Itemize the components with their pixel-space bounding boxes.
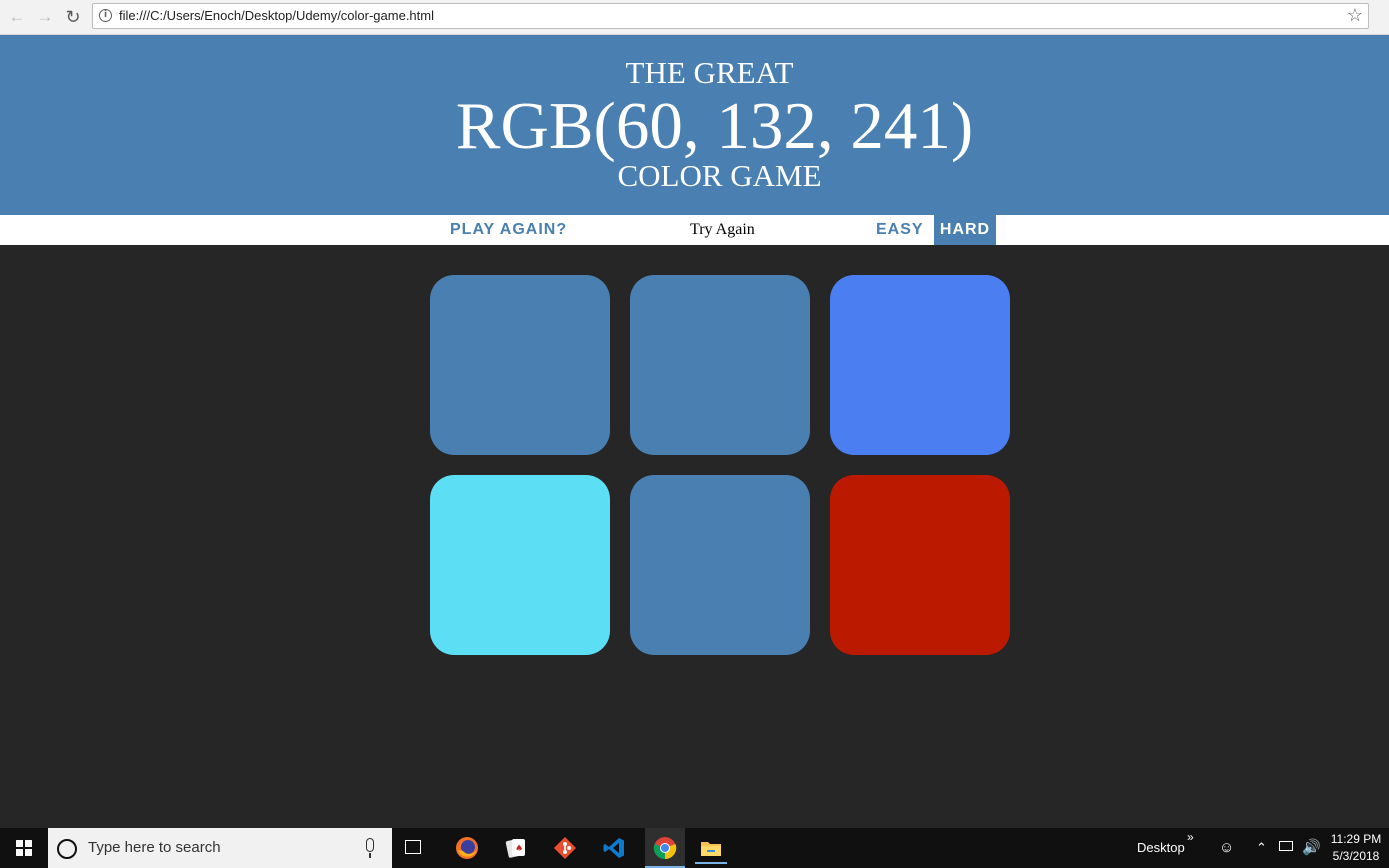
back-arrow-icon[interactable]: ← — [6, 6, 28, 28]
firefox-icon[interactable] — [451, 832, 483, 864]
windows-start-icon[interactable] — [0, 828, 48, 868]
color-square[interactable] — [430, 475, 610, 655]
network-icon[interactable] — [1279, 841, 1293, 851]
easy-mode-button[interactable]: EASY — [876, 215, 924, 245]
info-icon[interactable]: i — [99, 9, 112, 22]
rgb-display: RGB(60, 132, 241) — [455, 89, 974, 163]
git-icon[interactable] — [549, 832, 581, 864]
browser-toolbar: ← → ↻ i file:///C:/Users/Enoch/Desktop/U… — [0, 0, 1389, 35]
cortana-icon[interactable] — [57, 839, 77, 859]
desktop-toolbar-label[interactable]: Desktop — [1137, 840, 1185, 855]
taskbar: Type here to search ♠ Desktop » ☺ ⌃ 🔊 11… — [0, 828, 1389, 868]
chevron-up-icon[interactable]: ⌃ — [1256, 840, 1267, 856]
taskbar-search[interactable]: Type here to search — [48, 828, 392, 868]
svg-text:♠: ♠ — [515, 844, 523, 854]
color-square[interactable] — [830, 475, 1010, 655]
reload-icon[interactable]: ↻ — [62, 6, 84, 28]
clock[interactable]: 11:29 PM 5/3/2018 — [1328, 831, 1384, 865]
game-header: THE GREAT RGB(60, 132, 241) COLOR GAME — [0, 35, 1389, 215]
task-view-icon[interactable] — [405, 840, 421, 854]
solitaire-icon[interactable]: ♠ — [500, 832, 532, 864]
file-explorer-icon[interactable] — [695, 832, 727, 864]
bookmark-star-icon[interactable]: ☆ — [1347, 5, 1363, 26]
active-indicator — [695, 862, 727, 864]
forward-arrow-icon[interactable]: → — [34, 6, 56, 28]
control-stripe: PLAY AGAIN? Try Again EASY HARD — [0, 215, 1389, 245]
chrome-icon[interactable] — [645, 828, 685, 868]
address-text[interactable]: file:///C:/Users/Enoch/Desktop/Udemy/col… — [119, 8, 434, 23]
chevron-right-icon[interactable]: » — [1187, 830, 1194, 844]
title-bottom: COLOR GAME — [617, 158, 822, 193]
color-square[interactable] — [630, 275, 810, 455]
search-placeholder[interactable]: Type here to search — [88, 839, 221, 856]
people-icon[interactable]: ☺ — [1219, 839, 1234, 856]
address-bar[interactable]: i file:///C:/Users/Enoch/Desktop/Udemy/c… — [92, 3, 1369, 29]
clock-date: 5/3/2018 — [1332, 849, 1380, 863]
microphone-icon[interactable] — [366, 838, 374, 858]
message-text: Try Again — [690, 221, 755, 238]
volume-icon[interactable]: 🔊 — [1302, 838, 1321, 856]
play-again-button[interactable]: PLAY AGAIN? — [450, 215, 567, 245]
color-square[interactable] — [630, 475, 810, 655]
hard-mode-button[interactable]: HARD — [934, 215, 996, 245]
color-square[interactable] — [830, 275, 1010, 455]
clock-time: 11:29 PM — [1330, 832, 1382, 846]
color-square[interactable] — [430, 275, 610, 455]
vscode-icon[interactable] — [598, 832, 630, 864]
